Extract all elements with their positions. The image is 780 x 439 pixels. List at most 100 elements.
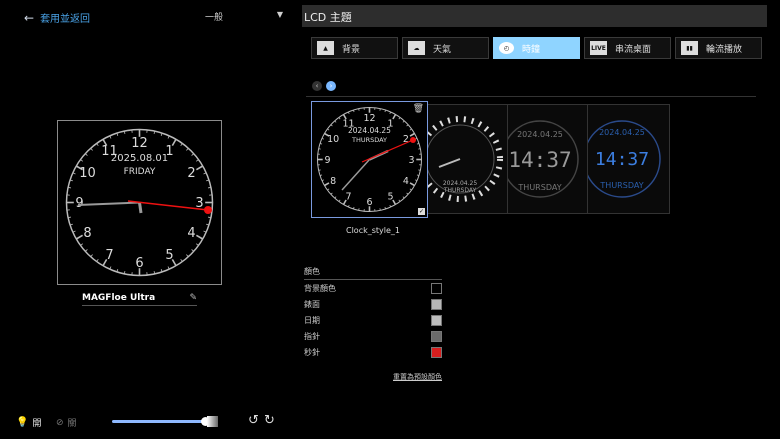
clock-numeral: 9 (324, 155, 330, 166)
clock-numeral: 5 (387, 191, 393, 202)
card-clock-weekday: THURSDAY (351, 136, 387, 144)
brightness-slider[interactable] (112, 417, 210, 426)
tab-clock[interactable]: ◴ 時鐘 (493, 37, 580, 59)
clock-icon: ◴ (499, 42, 514, 54)
apply-back-button[interactable]: ← 套用並返回 (24, 10, 91, 26)
color-swatch[interactable] (431, 331, 442, 342)
light-on-button[interactable]: 💡 開 (16, 416, 41, 429)
clock-numeral: 4 (187, 226, 195, 241)
rotate-right-icon[interactable]: ↻ (264, 413, 275, 428)
clock-tick (90, 254, 93, 258)
bottom-toolbar: 💡 開 ⊘ 關 ↺ ↻ (0, 408, 300, 436)
reset-colors-link[interactable]: 重置為預設顏色 (393, 372, 442, 382)
clock-numeral: 8 (330, 176, 336, 187)
clock-tick (195, 234, 204, 240)
card-second-tip (410, 137, 416, 143)
ghost-time: 14:37 (508, 148, 571, 172)
clock-tick (327, 188, 330, 191)
color-row-second-hand[interactable]: 秒針 (304, 347, 442, 358)
color-row-face[interactable]: 錶面 (304, 299, 442, 310)
clock-tick (75, 234, 84, 240)
clock-tick (72, 230, 76, 233)
rotate-left-icon[interactable]: ↺ (248, 413, 259, 428)
clock-date: 2025.08.01 (111, 153, 168, 164)
tab-weather[interactable]: ☁ 天氣 (402, 37, 489, 59)
clock-tick (409, 182, 415, 187)
clock-numeral: 6 (366, 197, 372, 208)
color-label: 背景顏色 (304, 284, 336, 293)
light-off-button[interactable]: ⊘ 關 (56, 416, 77, 430)
clock-tick (203, 230, 207, 233)
clock-tick (389, 111, 392, 115)
ghost-date: 2024.04.25 (443, 180, 478, 187)
clock-tick (338, 117, 341, 120)
clock-tick (402, 196, 405, 199)
clock-numeral: 12 (131, 136, 148, 151)
tab-live-stream[interactable]: LIVE 串流桌面 (584, 37, 671, 59)
clock-tick (330, 192, 333, 195)
clock-tick (389, 204, 392, 208)
clock-tick (409, 188, 412, 191)
clock-tick (109, 266, 112, 270)
clock-tick (96, 258, 99, 262)
device-name-field[interactable]: MAGFloe Ultra ✎ (82, 293, 197, 306)
next-page-button[interactable]: › (326, 81, 336, 91)
clock-tick (406, 124, 409, 127)
clock-tick (80, 159, 84, 162)
clock-style-4-card[interactable]: 2024.04.25 14:37 THURSDAY (575, 104, 670, 214)
tab-slideshow[interactable]: ▮▮ 輪流播放 (675, 37, 762, 59)
clock-second-tip (204, 206, 212, 214)
color-row-background[interactable]: 背景顏色 (304, 283, 442, 294)
tab-label: 時鐘 (522, 44, 541, 55)
clock-tick (409, 128, 412, 131)
tab-background[interactable]: ▲ 背景 (311, 37, 398, 59)
clock-tick (80, 243, 84, 246)
clock-numeral: 7 (105, 248, 113, 263)
divider (306, 96, 756, 97)
tab-label: 輪流播放 (706, 44, 743, 55)
card-minute-hand (341, 158, 371, 191)
theme-tabs: ▲ 背景 ☁ 天氣 ◴ 時鐘 LIVE 串流桌面 ▮▮ 輪流播放 (311, 37, 762, 59)
color-swatch[interactable] (431, 283, 442, 294)
clock-style-4-preview: 2024.04.25 14:37 THURSDAY (583, 120, 661, 198)
style-card-label: Clock_style_1 (346, 226, 401, 235)
clock-tick (334, 196, 337, 199)
color-swatch[interactable] (431, 315, 442, 326)
clock-tick (402, 120, 405, 123)
device-name: MAGFloe Ultra (82, 293, 156, 303)
clock-style-1-preview: 123456789101112 2024.04.25 THURSDAY (317, 107, 422, 212)
trash-icon[interactable]: 🗑 (413, 104, 424, 114)
color-swatch[interactable] (431, 347, 442, 358)
prev-page-button[interactable]: ‹ (312, 81, 322, 91)
clock-preview-face: 123456789101112 2025.08.01 FRIDAY (65, 128, 214, 277)
color-label: 指針 (304, 332, 320, 341)
image-icon: ▲ (317, 41, 334, 55)
mode-dropdown[interactable]: 一般 ▼ (205, 10, 285, 23)
tab-label: 背景 (342, 44, 361, 55)
clock-tick (186, 254, 189, 258)
clock-tick (84, 249, 88, 252)
color-row-hands[interactable]: 指針 (304, 331, 442, 342)
back-arrow-icon: ← (24, 10, 35, 25)
clock-preview: 1 2 3 4 5 6 7 8 9 10 11 12 2025.08.01 FRIDAY (57, 120, 222, 285)
clock-tick (330, 124, 333, 127)
clock-minute-hand (77, 201, 140, 206)
color-label: 錶面 (304, 300, 320, 309)
clock-numeral: 5 (165, 248, 173, 263)
apply-back-label: 套用並返回 (40, 14, 91, 25)
color-swatch[interactable] (431, 299, 442, 310)
clock-tick (96, 143, 99, 147)
edit-pencil-icon[interactable]: ✎ (189, 293, 197, 303)
clock-tick (180, 258, 183, 262)
chevron-down-icon: ▼ (276, 10, 283, 19)
clock-tick (180, 143, 183, 147)
color-row-date[interactable]: 日期 (304, 315, 442, 326)
clock-hour-hand (138, 202, 143, 214)
weather-icon: ☁ (408, 41, 425, 55)
clock-tick (327, 128, 330, 131)
clock-tick (191, 153, 195, 156)
clock-style-1-card[interactable]: 1 2 3 4 5 6 7 8 9 10 11 12 2024.04.25 THURSDAY 🗑 ✓ (311, 101, 428, 218)
color-label: 日期 (304, 316, 320, 325)
ghost-date: 2024.04.25 (517, 130, 563, 139)
clock-numeral: 9 (75, 196, 83, 211)
